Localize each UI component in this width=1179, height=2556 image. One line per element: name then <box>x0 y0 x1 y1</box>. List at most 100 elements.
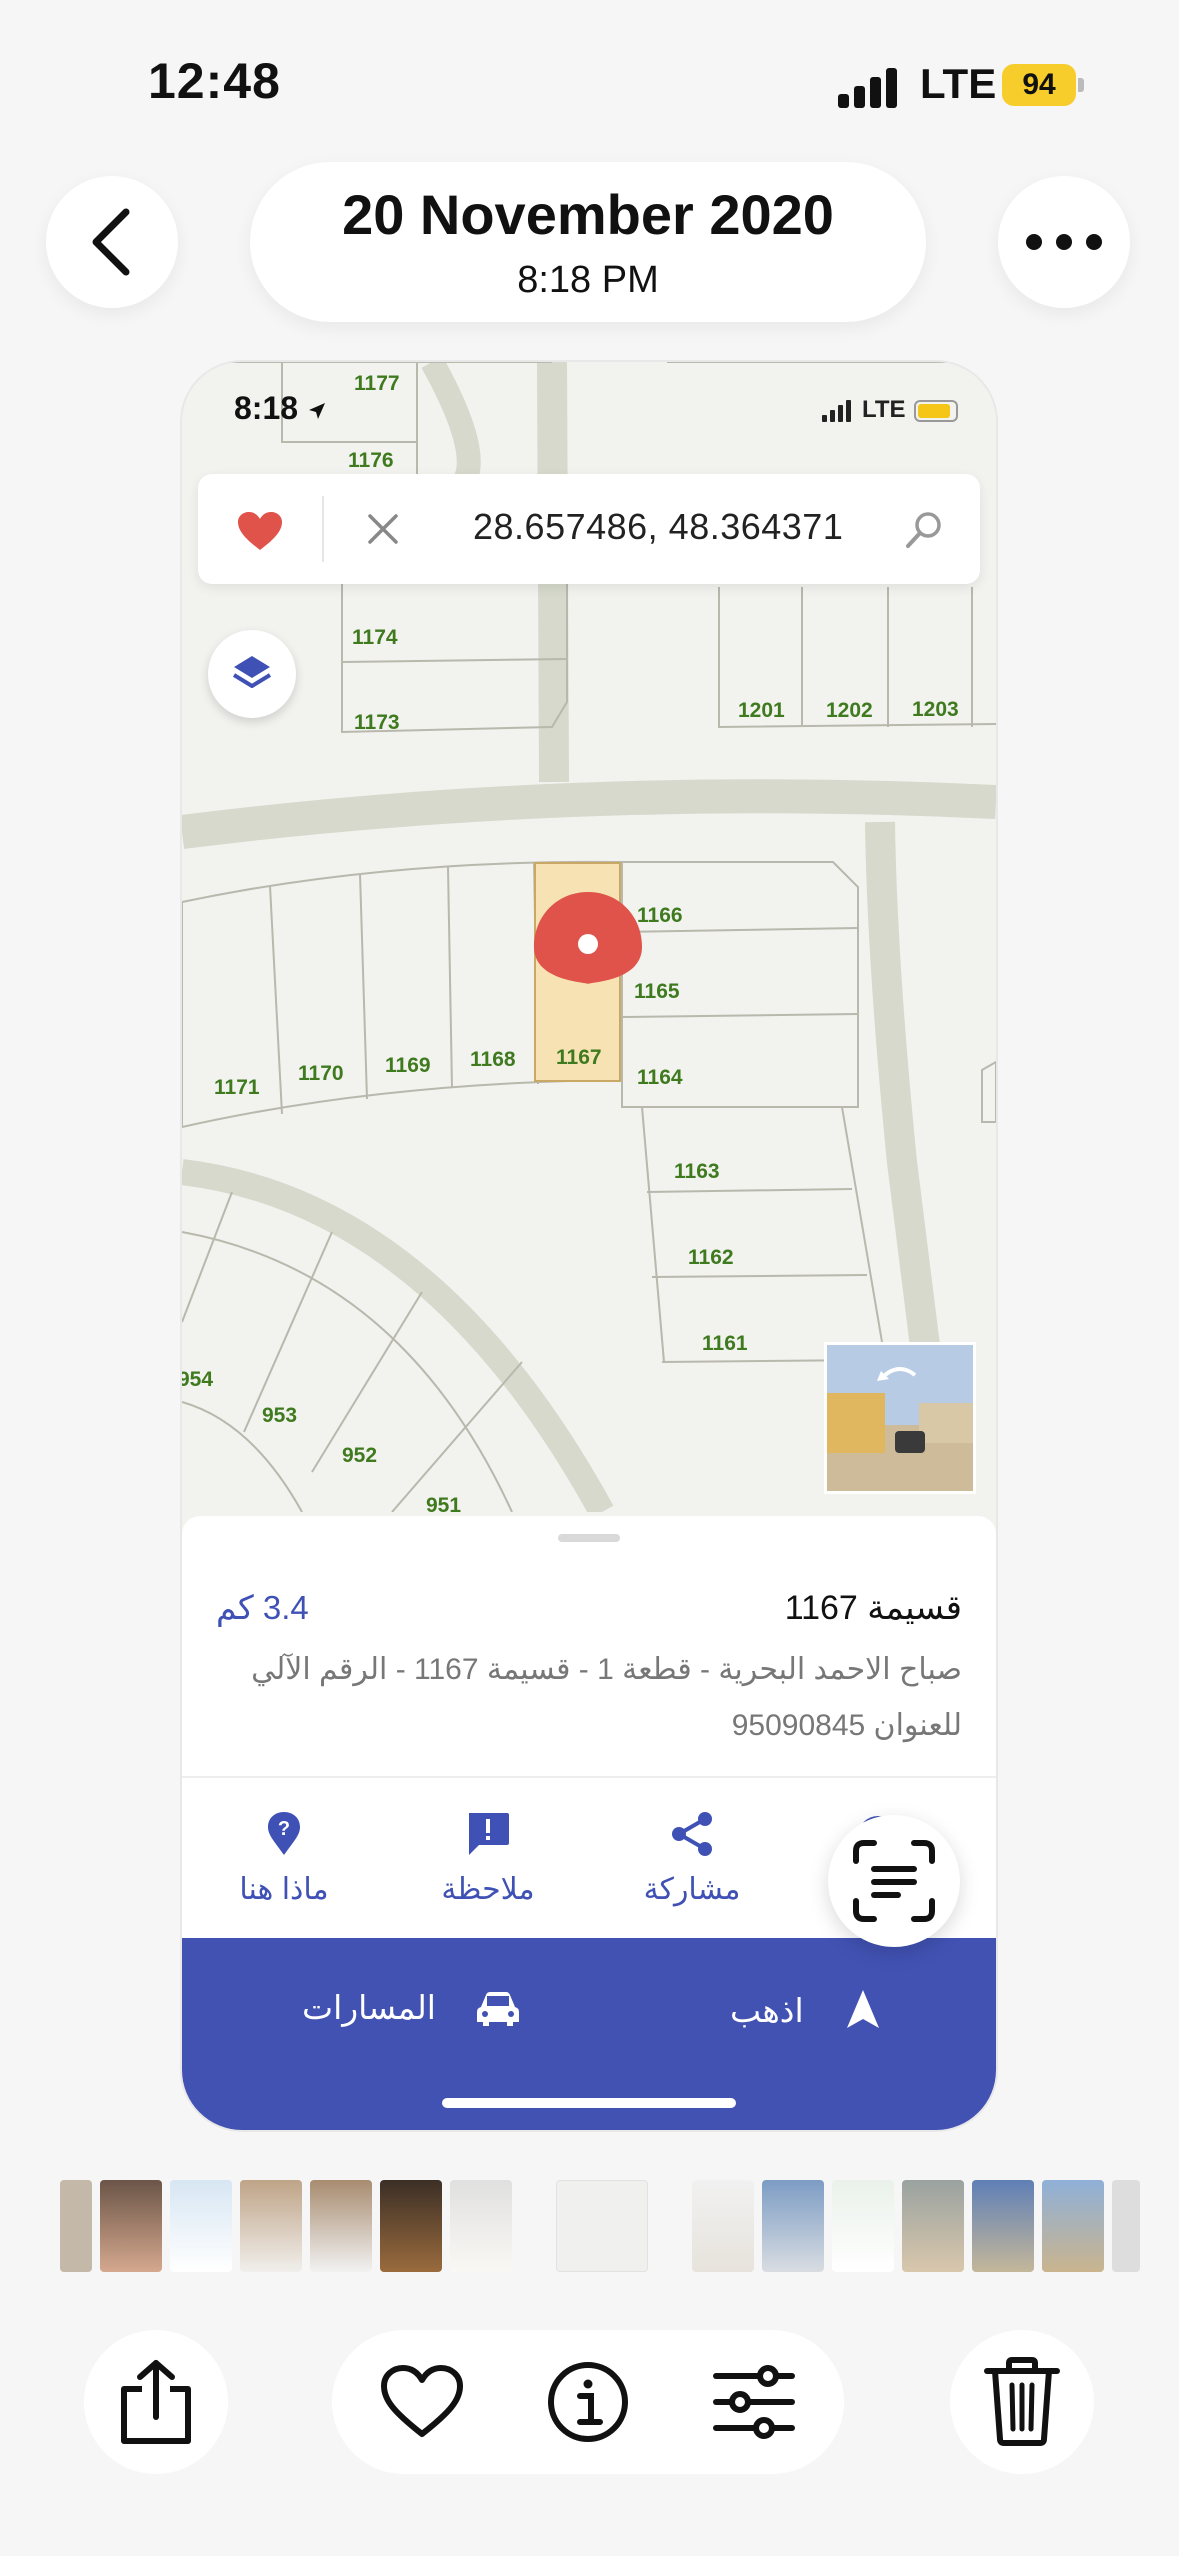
embedded-battery-fill <box>918 404 950 418</box>
photo-thumbnail[interactable] <box>902 2180 964 2272</box>
plot-label: 1203 <box>912 698 959 721</box>
cellular-signal-icon <box>838 66 900 108</box>
plot-label: 951 <box>426 1494 461 1512</box>
photo-thumbnail[interactable] <box>450 2180 512 2272</box>
address-text: صباح الاحمد البحرية - قطعة 1 - قسيمة 116… <box>251 1653 962 1742</box>
street-view-image <box>827 1345 973 1491</box>
clear-icon[interactable] <box>366 512 400 546</box>
svg-text:?: ? <box>278 1818 290 1840</box>
filmstrip-gap <box>520 2180 548 2272</box>
photo-filmstrip[interactable] <box>60 2180 1140 2272</box>
embedded-status-time: 8:18 <box>234 390 327 427</box>
map-layers-button[interactable] <box>208 630 296 718</box>
plot-label: 1161 <box>702 1332 748 1355</box>
parcel-title: قسيمة 1167 <box>784 1589 962 1627</box>
search-bar[interactable]: 28.657486, 48.364371 <box>198 474 980 584</box>
live-text-button[interactable] <box>828 1815 960 1947</box>
photo-thumbnail[interactable] <box>60 2180 92 2272</box>
live-text-icon <box>853 1840 935 1922</box>
battery-tip <box>1078 78 1084 92</box>
network-type: LTE <box>920 60 997 107</box>
location-arrow-icon <box>308 403 325 419</box>
whats-here-button[interactable]: ? ماذا هنا <box>194 1806 374 1907</box>
plot-label: 1163 <box>674 1160 720 1183</box>
plot-label: 1174 <box>352 626 398 649</box>
photo-thumbnail[interactable] <box>832 2180 894 2272</box>
photo-thumbnail[interactable] <box>170 2180 232 2272</box>
adjust-button[interactable] <box>704 2352 804 2452</box>
embedded-network-type: LTE <box>862 396 906 423</box>
plot-label: 1169 <box>385 1054 431 1077</box>
photo-time: 8:18 PM <box>517 259 659 301</box>
heart-icon[interactable] <box>236 510 284 552</box>
share-icon <box>672 1812 712 1856</box>
photo-thumbnail[interactable] <box>100 2180 162 2272</box>
plot-label: 1168 <box>470 1048 516 1071</box>
navigation-arrow-icon <box>846 1990 879 2028</box>
plot-label: 1166 <box>637 904 683 927</box>
photo-thumbnail[interactable] <box>240 2180 302 2272</box>
help-pin-icon: ? <box>268 1812 300 1855</box>
sheet-handle[interactable] <box>558 1534 620 1542</box>
photo-actions-group <box>332 2330 844 2474</box>
photo-thumbnail[interactable] <box>1042 2180 1104 2272</box>
sheet-divider <box>182 1776 996 1778</box>
action-label: مشاركة <box>643 1873 741 1906</box>
info-button[interactable] <box>538 2352 638 2452</box>
delete-button[interactable] <box>950 2330 1094 2474</box>
photo-thumbnail[interactable] <box>692 2180 754 2272</box>
photo-thumbnail[interactable] <box>310 2180 372 2272</box>
plot-label: 1170 <box>298 1062 344 1085</box>
plot-label: 1167 <box>556 1046 602 1069</box>
plot-label: 1177 <box>354 372 400 395</box>
note-icon <box>469 1813 509 1855</box>
plot-label: 1173 <box>354 711 400 734</box>
plot-label: 1165 <box>634 980 680 1003</box>
photo-thumbnail[interactable] <box>762 2180 824 2272</box>
photo-date: 20 November 2020 <box>342 183 834 246</box>
routes-button[interactable]: المسارات <box>302 1988 521 2029</box>
plot-label: 1202 <box>826 699 873 722</box>
share-button[interactable]: مشاركة <box>602 1806 782 1907</box>
plot-label: 1171 <box>214 1076 260 1099</box>
chevron-left-icon <box>92 208 130 276</box>
trash-icon <box>984 2357 1060 2446</box>
routes-label: المسارات <box>302 1989 436 2026</box>
search-input[interactable]: 28.657486, 48.364371 <box>473 506 843 548</box>
date-pill: 20 November 2020 8:18 PM <box>250 162 926 322</box>
embedded-signal-icon <box>822 400 852 422</box>
sliders-icon <box>713 2365 795 2439</box>
info-icon <box>548 2362 628 2442</box>
embedded-home-indicator <box>442 2098 736 2108</box>
search-divider <box>322 496 324 562</box>
status-time: 12:48 <box>148 53 281 109</box>
photo-thumbnail-current[interactable] <box>556 2180 648 2272</box>
more-button[interactable] <box>998 176 1130 308</box>
plot-label: 1164 <box>637 1066 683 1089</box>
photo-thumbnail[interactable] <box>380 2180 442 2272</box>
plot-label: 1201 <box>738 699 785 722</box>
navigation-bar: المسارات اذهب <box>182 1938 996 2130</box>
search-icon[interactable] <box>904 510 944 550</box>
note-button[interactable]: ملاحظة <box>398 1806 578 1907</box>
share-photo-button[interactable] <box>84 2330 228 2474</box>
street-view-thumbnail[interactable] <box>824 1342 976 1494</box>
plot-label: 954 <box>182 1368 213 1391</box>
ellipsis-icon <box>1026 234 1102 250</box>
photo-thumbnail[interactable] <box>972 2180 1034 2272</box>
action-label: ماذا هنا <box>239 1873 329 1906</box>
distance-label: 3.4 كم <box>216 1589 309 1626</box>
plot-label: 953 <box>262 1404 297 1427</box>
favorite-button[interactable] <box>372 2352 472 2452</box>
layers-icon <box>232 656 272 688</box>
photo-thumbnail[interactable] <box>1112 2180 1140 2272</box>
action-label: ملاحظة <box>441 1873 535 1906</box>
plot-label: 1176 <box>348 449 394 472</box>
battery-level: 94 <box>1002 64 1076 106</box>
share-icon <box>121 2360 191 2444</box>
filmstrip-gap <box>656 2180 684 2272</box>
plot-label: 1162 <box>688 1246 734 1269</box>
back-button[interactable] <box>46 176 178 308</box>
car-icon <box>477 1992 520 2026</box>
go-button[interactable]: اذهب <box>730 1988 883 2030</box>
